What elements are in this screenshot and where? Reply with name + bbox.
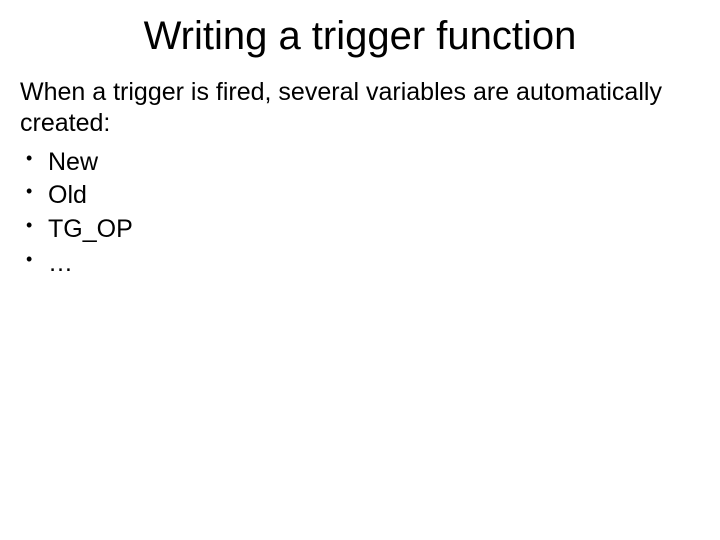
list-item: Old <box>20 179 700 213</box>
list-item: … <box>20 247 700 281</box>
list-item: New <box>20 146 700 180</box>
bullet-list: New Old TG_OP … <box>20 146 700 281</box>
intro-text: When a trigger is fired, several variabl… <box>20 77 700 140</box>
list-item: TG_OP <box>20 213 700 247</box>
slide-title: Writing a trigger function <box>20 14 700 59</box>
slide: Writing a trigger function When a trigge… <box>0 0 720 540</box>
